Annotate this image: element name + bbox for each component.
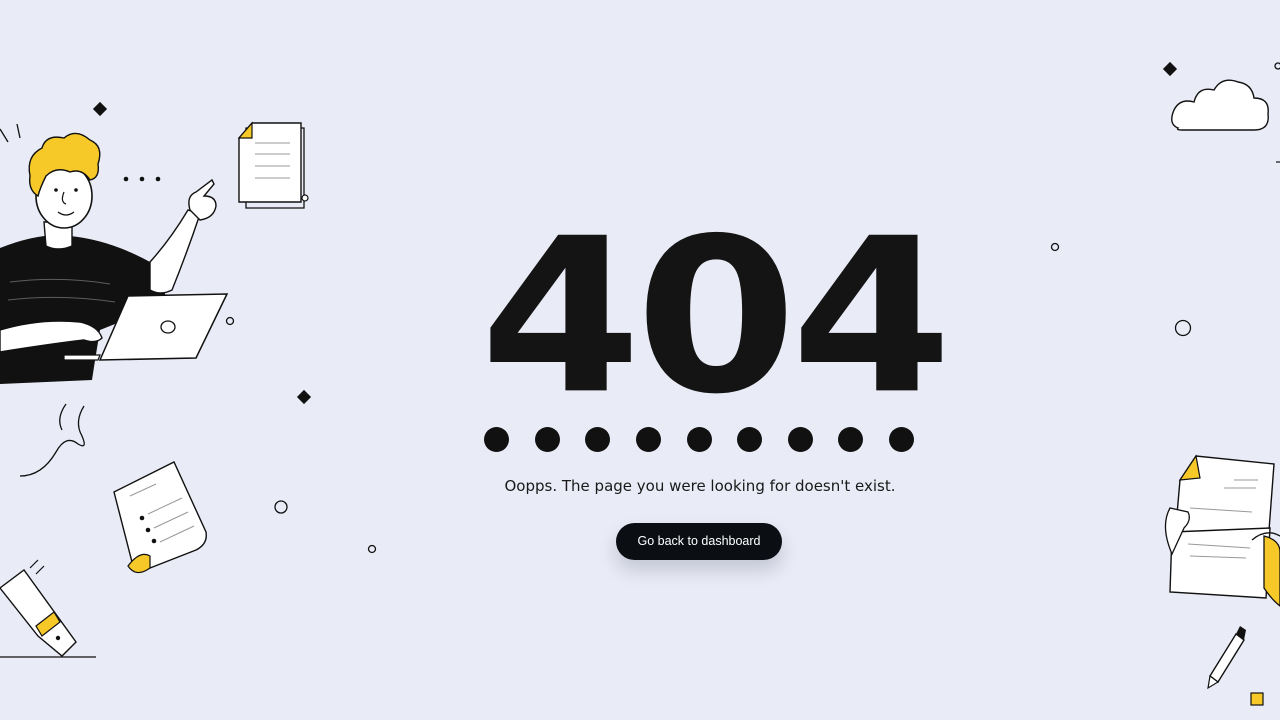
divider-dot bbox=[889, 427, 914, 452]
error-code: 404 bbox=[480, 192, 952, 441]
divider-dot bbox=[635, 427, 661, 452]
divider-dot bbox=[484, 427, 509, 452]
divider-dot bbox=[838, 427, 864, 452]
error-page: 404 Oopps. The page you were looking for… bbox=[0, 0, 1280, 720]
dot-divider bbox=[484, 427, 914, 453]
divider-dot bbox=[534, 427, 560, 452]
divider-dot bbox=[686, 427, 712, 452]
divider-dot bbox=[737, 427, 763, 452]
divider-dot bbox=[787, 427, 813, 452]
divider-dot bbox=[585, 427, 611, 452]
error-content: 404 Oopps. The page you were looking for… bbox=[0, 0, 1280, 720]
error-message: Oopps. The page you were looking for doe… bbox=[504, 477, 896, 495]
go-back-button[interactable]: Go back to dashboard bbox=[616, 523, 782, 560]
